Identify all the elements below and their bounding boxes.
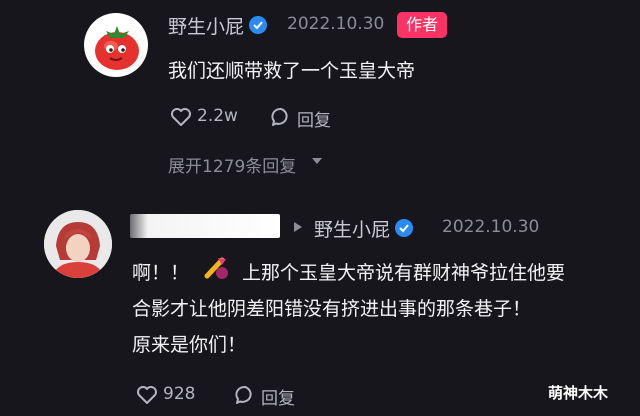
reply-date: 2022.10.30 [442,217,540,237]
reply-to-username[interactable]: 野生小屁 [314,215,390,242]
reply-text-start: 啊！！ [132,262,190,284]
comment-date: 2022.10.30 [287,14,385,34]
blurred-username [130,214,280,238]
user-photo-avatar [44,210,112,278]
reply-text-line2: 合影才让他阴差阳错没有挤进出事的那条巷子！ [132,298,532,320]
comment-bubble-icon[interactable] [234,384,256,406]
reply-avatar[interactable] [44,210,112,278]
heart-icon[interactable] [136,385,158,405]
expand-replies-button[interactable]: 展开1279条回复 [168,152,296,177]
pick-and-bag-emoji-icon [204,257,228,279]
author-badge: 作者 [397,12,447,38]
watermark: 萌神木木 [548,384,609,402]
chevron-down-icon[interactable] [312,158,322,166]
verified-badge-icon [395,219,413,237]
reply-like-count[interactable]: 928 [163,384,195,404]
comment-username[interactable]: 野生小屁 [168,12,244,39]
comment-bubble-icon[interactable] [270,106,292,128]
heart-icon[interactable] [170,107,192,127]
reply-arrow-icon [294,222,302,232]
avatar[interactable] [84,13,148,77]
reply-text-line3: 原来是你们！ [132,334,247,356]
verified-badge-icon [249,16,267,34]
comment-text: 我们还顺带救了一个玉皇大帝 [168,60,416,82]
tomato-avatar-icon [95,26,139,70]
reply-reply-button[interactable]: 回复 [261,384,295,409]
reply-text-line1: 上那个玉皇大帝说有群财神爷拉住他要 [242,262,566,284]
reply-button[interactable]: 回复 [297,106,331,131]
like-count[interactable]: 2.2w [197,106,238,126]
